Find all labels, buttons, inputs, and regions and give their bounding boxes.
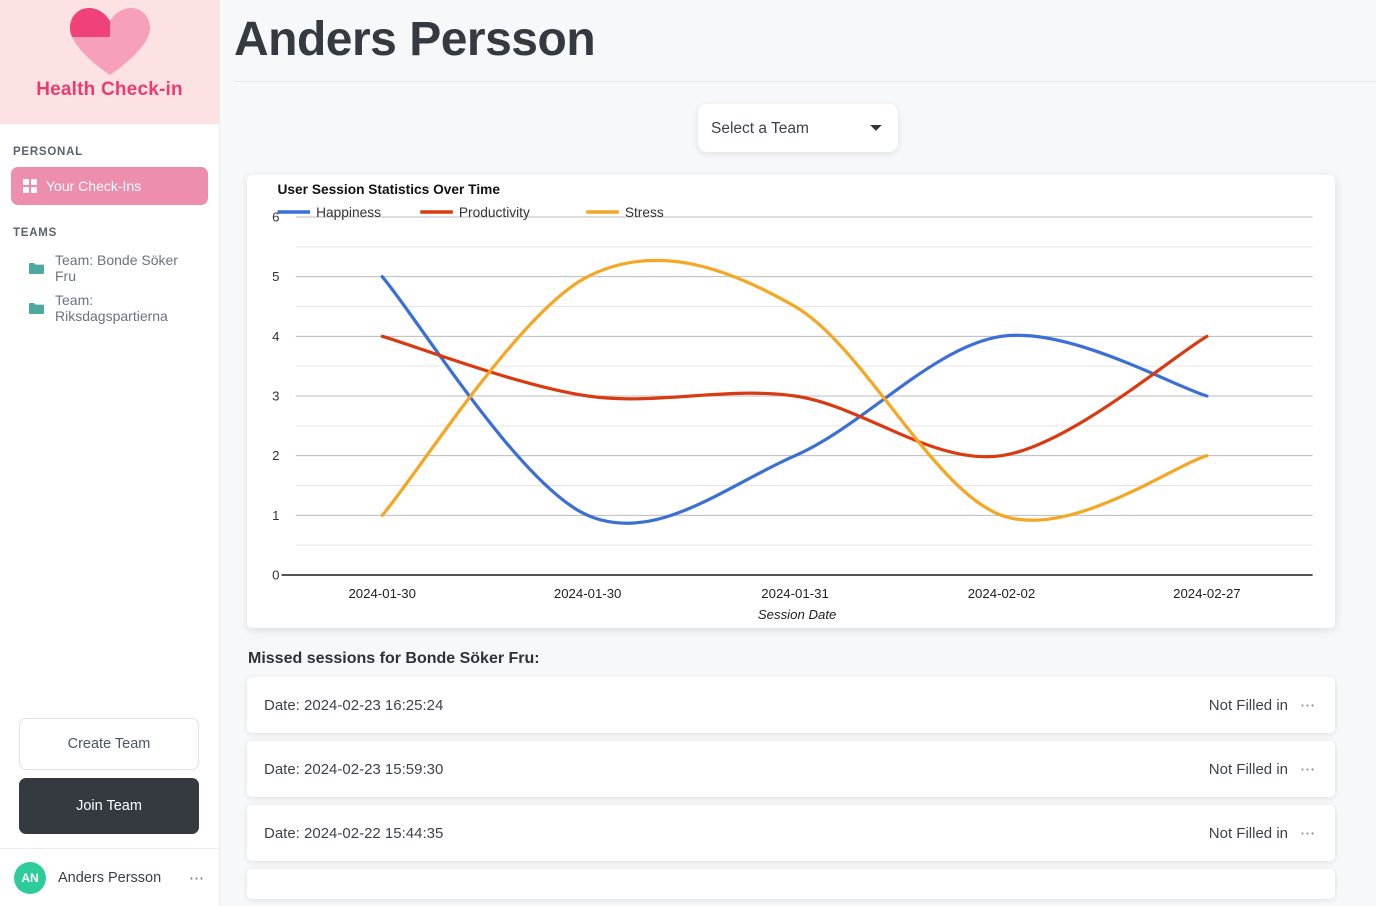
user-profile-row[interactable]: AN Anders Persson ⋯ <box>0 848 219 906</box>
chart-legend: Happiness Productivity Stress <box>277 205 664 220</box>
chart-y-tick-label: 0 <box>272 568 279 583</box>
chart-y-tick-label: 1 <box>272 508 279 523</box>
session-date: Date: 2024-02-22 15:44:35 <box>264 824 444 842</box>
chart-y-tick-label: 3 <box>272 389 279 404</box>
ellipsis-icon[interactable]: ⋯ <box>189 869 205 887</box>
session-statistics-chart: 0123456 2024-01-30 2024-01-30 2024-01-31 20… <box>272 182 1313 622</box>
legend-label: Happiness <box>316 205 381 220</box>
chart-title: User Session Statistics Over Time <box>278 182 501 197</box>
sidebar: Health Check-in PERSONAL Your Check-Ins … <box>0 0 220 906</box>
team-select[interactable]: Select a TeamTeam: Bonde Söker FruTeam: … <box>698 104 898 152</box>
sidebar-item-team-bonde-soker-fru[interactable]: Team: Bonde Söker Fru <box>11 248 208 288</box>
session-row-partial[interactable] <box>247 869 1335 899</box>
chart-y-tick-label: 2 <box>272 448 279 463</box>
app-root: Health Check-in PERSONAL Your Check-Ins … <box>0 0 1376 906</box>
sidebar-nav: PERSONAL Your Check-Ins TEAMS Team: Bond… <box>0 124 219 328</box>
chart-series-stress <box>380 258 1209 522</box>
sidebar-item-label: Your Check-Ins <box>46 178 142 194</box>
avatar: AN <box>14 861 46 894</box>
legend-label: Productivity <box>459 205 530 220</box>
join-team-button[interactable]: Join Team <box>19 778 199 834</box>
section-label-teams: TEAMS <box>13 227 57 239</box>
sidebar-item-label: Team: Riksdagspartierna <box>55 292 168 324</box>
session-row[interactable]: Date: 2024-02-22 15:44:35 Not Filled in ⋯ <box>247 805 1335 861</box>
chart-x-tick-label: 2024-02-02 <box>968 586 1036 601</box>
create-team-button[interactable]: Create Team <box>19 718 199 770</box>
session-status: Not Filled in <box>1208 760 1288 778</box>
chart-card: 0123456 2024-01-30 2024-01-30 2024-01-31 20… <box>247 175 1335 628</box>
session-date: Date: 2024-02-23 15:59:30 <box>264 760 444 778</box>
ellipsis-icon[interactable]: ⋯ <box>1300 824 1316 842</box>
folder-icon <box>29 302 44 314</box>
missed-sessions-heading: Missed sessions for Bonde Söker Fru: <box>248 650 540 667</box>
chart-series-happiness <box>380 275 1209 525</box>
chart-x-tick-label: 2024-01-30 <box>348 586 416 601</box>
chart-series-productivity <box>380 334 1209 459</box>
section-label-personal: PERSONAL <box>13 146 83 158</box>
sidebar-item-label: Team: Bonde Söker Fru <box>55 252 178 284</box>
user-name: Anders Persson <box>58 869 162 886</box>
heart-icon <box>62 4 158 78</box>
chart-x-tick-label: 2024-01-30 <box>554 586 622 601</box>
session-row[interactable]: Date: 2024-02-23 16:25:24 Not Filled in ⋯ <box>247 677 1335 733</box>
chart-y-tick-label: 5 <box>272 269 279 284</box>
chart-y-axis-labels: 0123456 <box>272 210 279 583</box>
chart-gridlines <box>295 216 1313 546</box>
chart-y-tick-label: 4 <box>272 329 279 344</box>
folder-icon <box>29 262 44 274</box>
session-status: Not Filled in <box>1208 696 1288 714</box>
sidebar-item-team-riksdagspartierna[interactable]: Team: Riksdagspartierna <box>11 288 208 328</box>
session-row[interactable]: Date: 2024-02-23 15:59:30 Not Filled in ⋯ <box>247 741 1335 797</box>
chart-series-lines <box>380 258 1209 525</box>
sidebar-item-your-check-ins[interactable]: Your Check-Ins <box>11 167 208 205</box>
missed-sessions-list: Date: 2024-02-23 16:25:24 Not Filled in ⋯ D… <box>247 677 1335 899</box>
chart-x-tick-label: 2024-01-31 <box>761 586 829 601</box>
page-title: Anders Persson <box>234 13 596 66</box>
brand-title: Health Check-in <box>36 79 183 100</box>
team-select-row: Select a TeamTeam: Bonde Söker FruTeam: … <box>220 82 1376 152</box>
ellipsis-icon[interactable]: ⋯ <box>1300 696 1316 714</box>
chart-x-axis-labels: 2024-01-30 2024-01-30 2024-01-31 2024-02-02… <box>348 586 1240 601</box>
chart-x-tick-label: 2024-02-27 <box>1173 586 1241 601</box>
chart-x-axis-title: Session Date <box>758 607 837 622</box>
legend-label: Stress <box>625 205 664 220</box>
brand-header: Health Check-in <box>0 0 219 124</box>
main-content: Anders Persson Select a TeamTeam: Bonde … <box>220 0 1376 906</box>
session-date: Date: 2024-02-23 16:25:24 <box>264 696 444 714</box>
grid-icon <box>23 179 37 193</box>
sidebar-actions: Create Team Join Team <box>0 718 219 848</box>
session-status: Not Filled in <box>1208 824 1288 842</box>
ellipsis-icon[interactable]: ⋯ <box>1300 760 1316 778</box>
